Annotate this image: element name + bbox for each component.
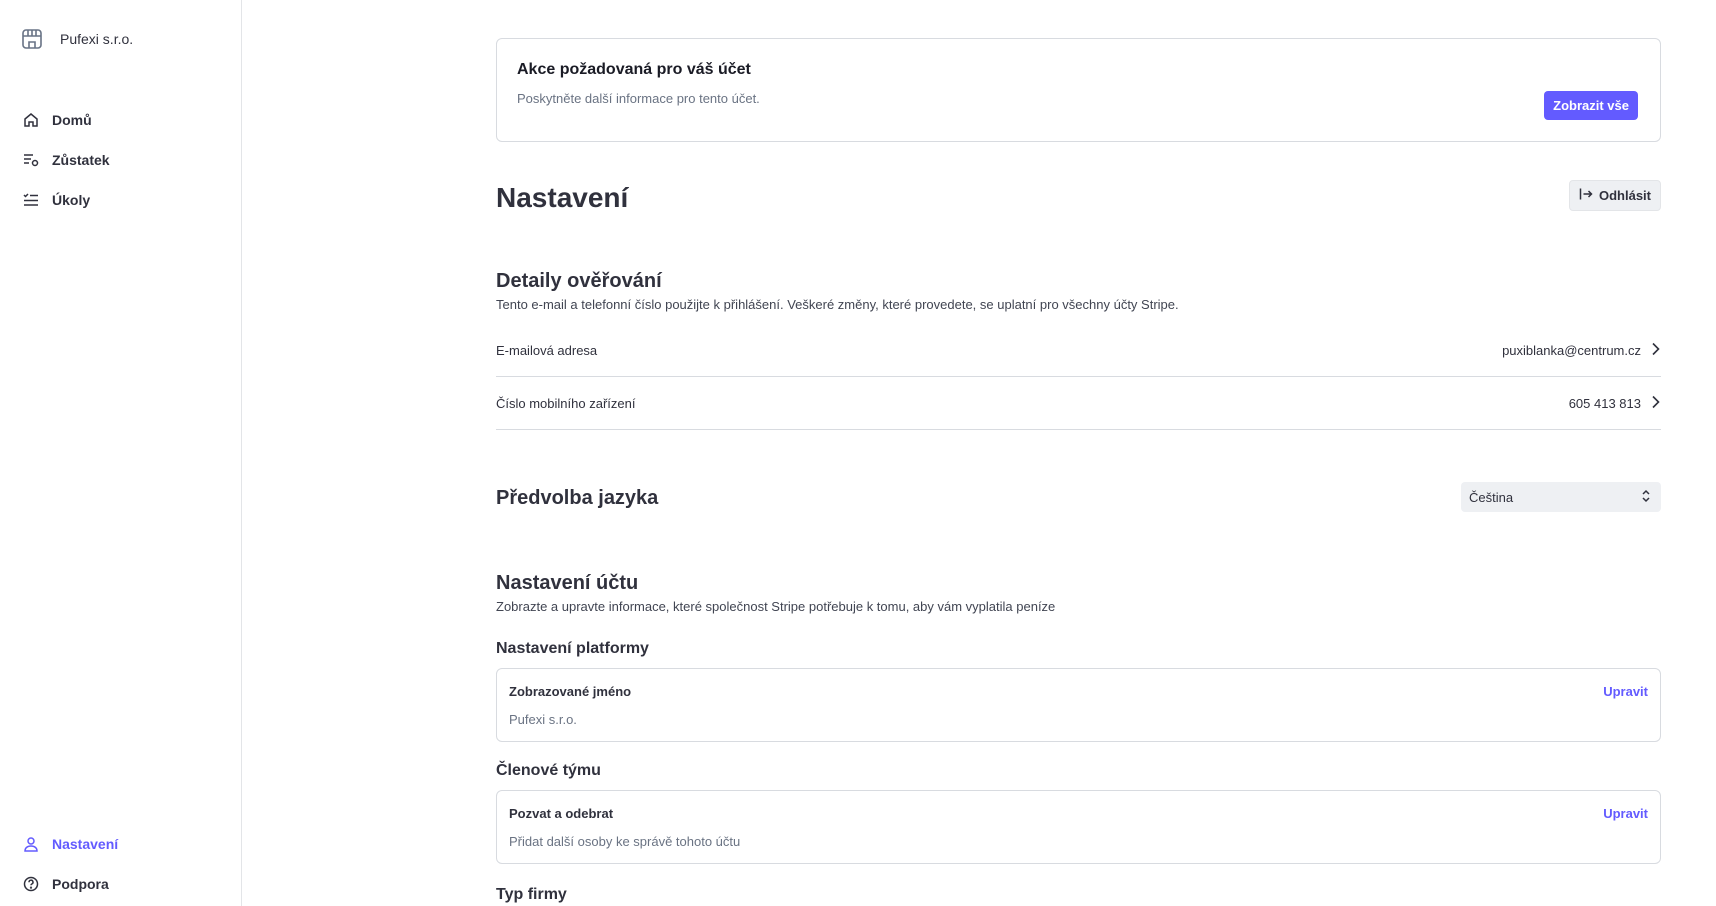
phone-value-wrap: 605 413 813 (1569, 395, 1661, 412)
page-header: Nastavení Odhlásit (496, 178, 1661, 218)
email-row[interactable]: E-mailová adresa puxiblanka@centrum.cz (496, 324, 1661, 377)
user-icon (22, 835, 40, 853)
help-icon (22, 875, 40, 893)
sidebar-item-label: Domů (52, 112, 92, 128)
platform-settings-heading: Nastavení platformy (496, 640, 649, 657)
verification-subtitle: Tento e-mail a telefonní číslo použijte … (496, 297, 1179, 312)
invite-remove-label: Pozvat a odebrat (509, 806, 614, 821)
email-value-wrap: puxiblanka@centrum.cz (1502, 342, 1661, 359)
home-icon (22, 111, 40, 129)
logout-button[interactable]: Odhlásit (1568, 180, 1661, 211)
account-name: Pufexi s.r.o. (60, 31, 134, 47)
logout-icon (1579, 187, 1593, 204)
logout-label: Odhlásit (1598, 188, 1651, 203)
verification-rows: E-mailová adresa puxiblanka@centrum.cz Č… (496, 324, 1661, 430)
action-required-banner: Akce požadovaná pro váš účet Poskytněte … (496, 38, 1661, 142)
verification-section: Detaily ověřování Tento e-mail a telefon… (496, 270, 1661, 430)
edit-display-name-link[interactable]: Upravit (1603, 684, 1648, 699)
edit-team-link[interactable]: Upravit (1603, 806, 1648, 821)
main-content: Akce požadovaná pro váš účet Poskytněte … (496, 38, 1661, 904)
sidebar-item-support[interactable]: Podpora (22, 864, 118, 904)
view-all-button[interactable]: Zobrazit vše (1544, 91, 1638, 120)
sidebar-nav: Domů Zůstatek Úkoly (22, 100, 110, 220)
sidebar-item-settings[interactable]: Nastavení (22, 824, 118, 864)
chevron-right-icon (1651, 395, 1661, 412)
language-selected-value: Čeština (1469, 489, 1514, 505)
banner-subtitle: Poskytněte další informace pro tento úče… (517, 91, 760, 106)
sidebar-item-label: Nastavení (52, 836, 119, 852)
display-name-card: Zobrazované jméno Pufexi s.r.o. Upravit (496, 668, 1661, 742)
chevron-right-icon (1651, 342, 1661, 359)
balance-icon (22, 151, 40, 169)
company-type-heading: Typ firmy (496, 886, 567, 903)
sidebar-item-home[interactable]: Domů (22, 100, 110, 140)
sidebar: Pufexi s.r.o. Domů Zůstatek Úkoly Nastav… (0, 0, 242, 906)
team-members-heading: Členové týmu (496, 762, 601, 779)
language-section: Předvolba jazyka Čeština (496, 482, 1661, 514)
account-settings-title: Nastavení účtu (496, 572, 639, 594)
phone-label: Číslo mobilního zařízení (496, 395, 636, 411)
page-title: Nastavení (496, 182, 629, 213)
language-select[interactable]: Čeština (1461, 482, 1661, 512)
email-label: E-mailová adresa (496, 342, 598, 358)
account-settings-subtitle: Zobrazte a upravte informace, které spol… (496, 599, 1056, 614)
sidebar-item-label: Podpora (52, 876, 109, 892)
display-name-value: Pufexi s.r.o. (509, 712, 577, 727)
tasks-icon (22, 191, 40, 209)
phone-row[interactable]: Číslo mobilního zařízení 605 413 813 (496, 377, 1661, 430)
account-switcher[interactable]: Pufexi s.r.o. (20, 27, 133, 51)
sidebar-item-label: Úkoly (52, 192, 91, 208)
invite-remove-description: Přidat další osoby ke správě tohoto účtu (509, 834, 741, 849)
account-settings-section: Nastavení účtu Zobrazte a upravte inform… (496, 572, 1661, 904)
verification-title: Detaily ověřování (496, 270, 662, 292)
sidebar-item-label: Zůstatek (52, 152, 110, 168)
sidebar-item-tasks[interactable]: Úkoly (22, 180, 110, 220)
display-name-label: Zobrazované jméno (509, 684, 632, 699)
phone-value: 605 413 813 (1568, 395, 1641, 411)
team-members-card: Pozvat a odebrat Přidat další osoby ke s… (496, 790, 1661, 864)
email-value: puxiblanka@centrum.cz (1502, 342, 1641, 358)
sidebar-item-balance[interactable]: Zůstatek (22, 140, 110, 180)
chevron-up-down-icon (1641, 489, 1651, 506)
sidebar-bottom-nav: Nastavení Podpora (22, 824, 118, 904)
banner-title: Akce požadovaná pro váš účet (517, 61, 751, 78)
store-icon (20, 27, 44, 51)
